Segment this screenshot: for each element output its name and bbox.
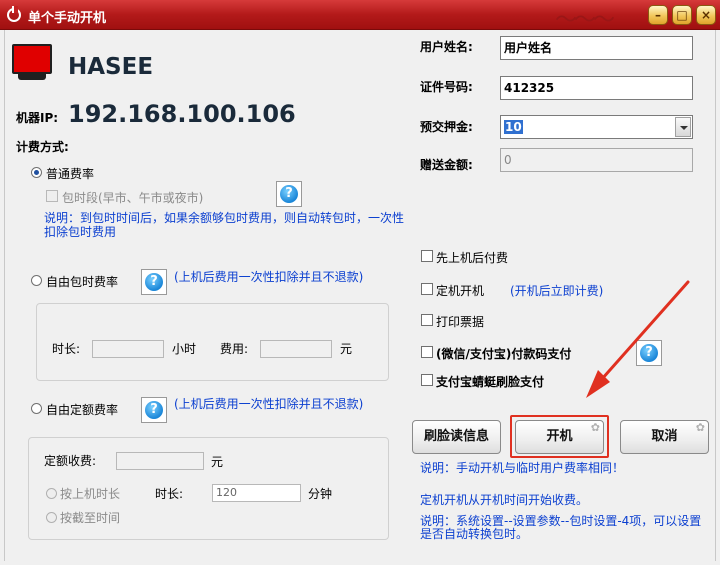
gift-amount-field[interactable]: 0: [500, 148, 693, 172]
help-icon[interactable]: [141, 397, 167, 423]
help-icon[interactable]: [276, 181, 302, 207]
username-field[interactable]: 用户姓名: [500, 36, 693, 60]
username-label: 用户姓名:: [420, 40, 473, 54]
power-on-label: 开机: [546, 429, 573, 444]
free-fixed-radio[interactable]: [31, 403, 42, 414]
free-package-radio[interactable]: [31, 275, 42, 286]
hours-input[interactable]: [92, 340, 164, 358]
fixed-fee-label: 定额收费:: [44, 454, 97, 468]
window-title: 单个手动开机: [28, 11, 107, 26]
wechat-alipay-checkbox[interactable]: [421, 346, 433, 358]
gift-amount-label: 赠送金额:: [420, 158, 473, 172]
chevron-down-icon[interactable]: [675, 117, 691, 137]
cancel-button[interactable]: 取消 ✿: [620, 420, 709, 454]
normal-rate-radio[interactable]: [31, 167, 42, 178]
scheduled-label: 定机开机: [436, 284, 485, 298]
package-time-label: 包时段(早市、午市或夜市): [62, 191, 204, 205]
by-deadline-radio[interactable]: [46, 512, 57, 523]
title-bar: 单个手动开机 ～〜～ – □ ×: [0, 0, 720, 33]
ip-value: 192.168.100.106: [68, 100, 296, 128]
help-icon[interactable]: [141, 269, 167, 295]
print-ticket-checkbox[interactable]: [421, 314, 433, 326]
wechat-alipay-label: (微信/支付宝)付款码支付: [436, 347, 572, 361]
billing-section-label: 计费方式:: [16, 140, 69, 154]
by-duration-radio[interactable]: [46, 488, 57, 499]
free-package-group: [36, 303, 389, 381]
decorative-swirl-icon: ✿: [695, 421, 705, 434]
free-package-note: (上机后费用一次性扣除并且不退款): [174, 270, 364, 284]
fee-input[interactable]: [260, 340, 332, 358]
by-deadline-label: 按截至时间: [60, 511, 121, 525]
decorative-swirl-icon: ～〜～: [555, 8, 615, 33]
deposit-select[interactable]: 10: [500, 115, 693, 139]
normal-rate-label: 普通费率: [46, 167, 95, 181]
decorative-swirl-icon: ✿: [590, 421, 600, 434]
by-duration-label: 按上机时长: [60, 487, 121, 501]
close-button[interactable]: ×: [696, 5, 716, 25]
free-fixed-note: (上机后费用一次性扣除并且不退款): [174, 397, 364, 411]
cancel-label: 取消: [651, 429, 678, 444]
postpaid-label: 先上机后付费: [436, 251, 509, 265]
fee-unit: 元: [340, 342, 353, 356]
fixed-fee-input[interactable]: [116, 452, 204, 470]
package-time-checkbox[interactable]: [46, 190, 58, 202]
note-scheduled: 定机开机从开机时间开始收费。: [420, 493, 589, 507]
postpaid-checkbox[interactable]: [421, 250, 433, 262]
minimize-button[interactable]: –: [648, 5, 668, 25]
minutes-unit: 分钟: [308, 487, 333, 501]
read-face-button[interactable]: 刷脸读信息: [412, 420, 501, 454]
duration-label: 时长:: [52, 342, 81, 356]
ip-label: 机器IP:: [16, 111, 59, 125]
free-package-label: 自由包时费率: [46, 275, 119, 289]
note-settings: 说明：系统设置--设置参数--包时设置-4项，可以设置是否自动转换包时。: [420, 514, 702, 541]
duration2-label: 时长:: [155, 487, 184, 501]
monitor-stand-icon: [18, 74, 46, 80]
hours-unit: 小时: [172, 342, 197, 356]
deposit-value: 10: [504, 120, 523, 134]
alipay-face-label: 支付宝蜻蜓刷脸支付: [436, 375, 545, 389]
normal-rate-note: 说明：到包时时间后，如果余额够包时费用，则自动转包时，一次性扣除包时费用: [44, 211, 405, 239]
power-icon: [7, 6, 21, 22]
free-fixed-label: 自由定额费率: [46, 403, 119, 417]
deposit-label: 预交押金:: [420, 120, 473, 134]
minutes-input[interactable]: 120: [212, 484, 301, 502]
note-manual-rate: 说明：手动开机与临时用户费率相同！: [420, 461, 625, 475]
id-number-label: 证件号码:: [420, 80, 473, 94]
computer-brand: HASEE: [68, 54, 154, 80]
alipay-face-checkbox[interactable]: [421, 374, 433, 386]
fixed-fee-unit: 元: [211, 455, 224, 469]
power-on-button[interactable]: 开机 ✿: [515, 420, 604, 454]
fee-label: 费用:: [220, 342, 249, 356]
red-arrow-annotation: [586, 280, 690, 398]
monitor-icon: [12, 44, 52, 74]
scheduled-checkbox[interactable]: [421, 283, 433, 295]
maximize-button[interactable]: □: [672, 5, 692, 25]
id-number-field[interactable]: 412325: [500, 76, 693, 100]
print-ticket-label: 打印票据: [436, 315, 485, 329]
